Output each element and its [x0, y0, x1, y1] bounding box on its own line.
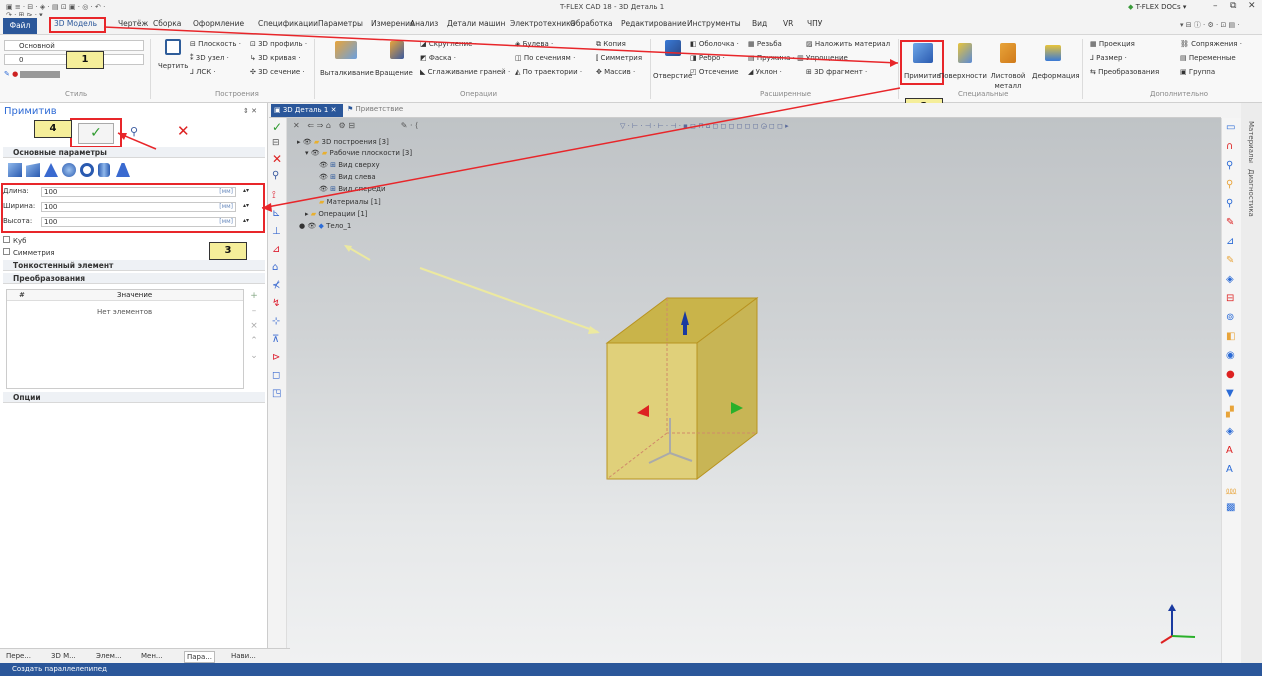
right-tool-icon[interactable]: ∩ — [1226, 141, 1233, 152]
right-toolbar: ▭ ∩ ⚲ ⚲ ⚲ ✎ ⊿ ✎ ◈ ⊟ ⊚ ◧ ◉ ● ▼ ▞ ◈ A A ⅏ ▩ — [1221, 118, 1241, 663]
right-tool-icon[interactable]: ◈ — [1226, 274, 1234, 285]
arrow-2-head — [262, 203, 272, 212]
bottom-tab-1[interactable]: 3D М... — [49, 651, 78, 661]
right-tool-icon[interactable]: ✎ — [1226, 255, 1234, 266]
right-tool-icon[interactable]: ⚲ — [1226, 198, 1233, 209]
bottom-tab-0[interactable]: Пере... — [4, 651, 33, 661]
arrow-5 — [419, 267, 599, 333]
triad-x — [1160, 635, 1173, 644]
right-tool-icon[interactable]: ▩ — [1226, 502, 1235, 513]
axis-triad — [1160, 604, 1196, 644]
3d-viewport[interactable]: ✕ ⇐ ⇒ ⌂ ⚙ ⊟ ✎ · ⟨ ▽ · ⊢ · ⊣ · ⊢ · ⊣ · ▪ … — [103, 26, 1221, 663]
arrow-2 — [261, 87, 901, 209]
right-tool-icon[interactable]: ⚲ — [1226, 179, 1233, 190]
materials-tab[interactable]: Материалы — [1247, 121, 1255, 163]
bottom-tabs: Пере... 3D М... Элем... Мен... Пара... Нави..… — [0, 648, 290, 663]
diagnostics-tab[interactable]: Диагностика — [1247, 169, 1255, 217]
right-tool-icon[interactable]: ◧ — [1226, 331, 1235, 342]
triad-y — [1171, 635, 1196, 638]
bottom-tab-5[interactable]: Нави... — [229, 651, 258, 661]
right-tool-icon[interactable]: ⚲ — [1226, 160, 1233, 171]
right-side-tabs: Материалы Диагностика — [1241, 103, 1262, 663]
arrow-1 — [103, 26, 899, 64]
right-tool-icon[interactable]: ✎ — [1226, 217, 1234, 228]
bottom-tab-3[interactable]: Мен... — [139, 651, 165, 661]
bottom-tab-4[interactable]: Пара... — [184, 651, 215, 663]
triad-z-head — [1168, 604, 1176, 611]
status-bar: Создать параллелепипед — [0, 663, 1262, 676]
right-tool-icon[interactable]: ● — [1226, 369, 1235, 380]
right-tool-icon[interactable]: ◈ — [1226, 426, 1234, 437]
right-tool-icon[interactable]: ⅏ — [1226, 483, 1236, 497]
cube-model[interactable] — [597, 283, 797, 483]
bottom-tab-2[interactable]: Элем... — [94, 651, 124, 661]
right-tool-icon[interactable]: ⊚ — [1226, 312, 1234, 323]
arrow-1-head — [890, 59, 898, 67]
right-tool-icon[interactable]: ▼ — [1226, 388, 1234, 399]
right-tool-icon[interactable]: ▞ — [1226, 407, 1234, 418]
handle-up-stem — [683, 325, 687, 335]
right-tool-icon[interactable]: ◉ — [1226, 350, 1235, 361]
right-tool-icon[interactable]: ▭ — [1226, 122, 1235, 133]
right-tool-icon[interactable]: A — [1226, 464, 1233, 475]
right-tool-icon[interactable]: A — [1226, 445, 1233, 456]
status-text: Создать параллелепипед — [12, 665, 107, 673]
right-tool-icon[interactable]: ⊟ — [1226, 293, 1234, 304]
right-tool-icon[interactable]: ⊿ — [1226, 236, 1234, 247]
